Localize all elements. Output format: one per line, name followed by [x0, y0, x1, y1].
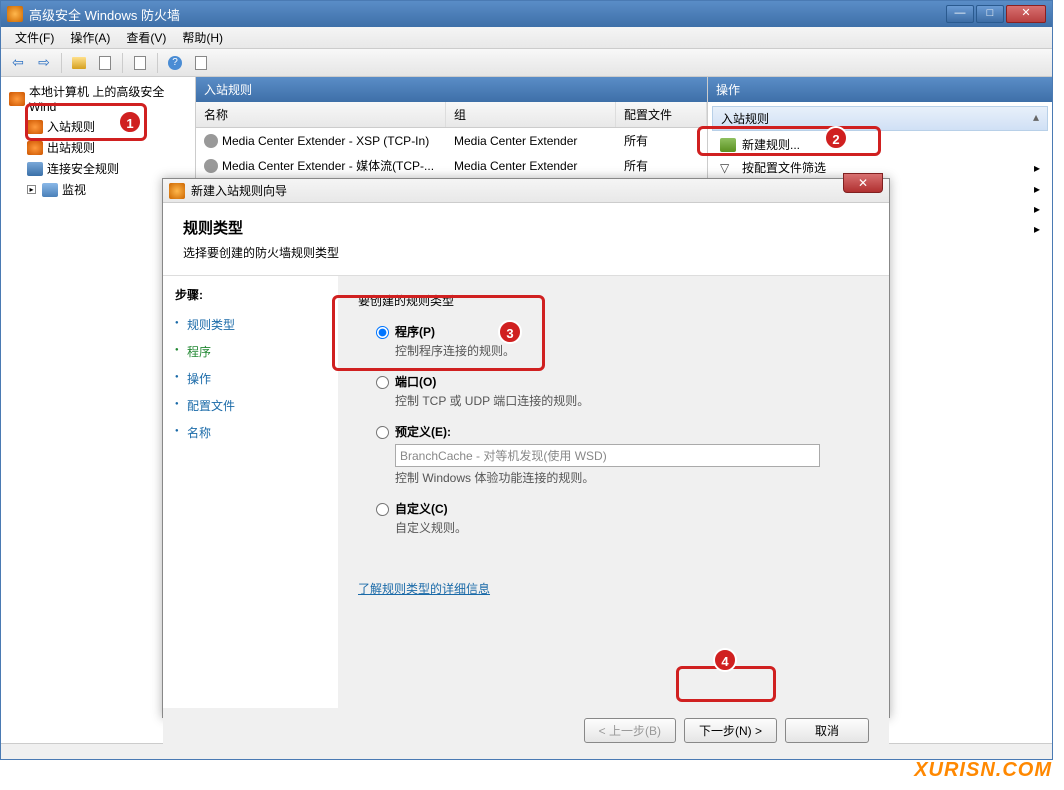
menubar: 文件(F) 操作(A) 查看(V) 帮助(H): [1, 27, 1052, 49]
rule-icon: [204, 159, 218, 173]
radio-predefined[interactable]: 预定义(E): BranchCache - 对等机发现(使用 WSD) 控制 W…: [376, 423, 869, 486]
new-rule-wizard-dialog: ✕ 新建入站规则向导 规则类型 选择要创建的防火墙规则类型 步骤: 规则类型 程…: [162, 178, 890, 718]
dialog-header: 规则类型 选择要创建的防火墙规则类型: [163, 203, 889, 276]
annotation-3: 3: [498, 320, 522, 344]
tree-connsec[interactable]: 连接安全规则: [23, 158, 191, 179]
radio-port[interactable]: 端口(O)控制 TCP 或 UDP 端口连接的规则。: [376, 373, 869, 409]
step-program[interactable]: 程序: [175, 338, 326, 365]
properties-button[interactable]: [94, 52, 116, 74]
minimize-button[interactable]: —: [946, 5, 974, 23]
inbound-icon: [27, 120, 43, 134]
col-profile[interactable]: 配置文件: [616, 102, 707, 127]
step-action[interactable]: 操作: [175, 365, 326, 392]
new-rule-action[interactable]: 新建规则...: [712, 133, 1048, 156]
maximize-button[interactable]: □: [976, 5, 1004, 23]
watermark: XURISN.COM: [914, 759, 1052, 782]
form-label: 要创建的规则类型: [358, 292, 869, 309]
tree-outbound[interactable]: 出站规则: [23, 137, 191, 158]
learn-more-link[interactable]: 了解规则类型的详细信息: [358, 580, 490, 597]
monitor-icon: [42, 183, 58, 197]
annotation-2: 2: [824, 126, 848, 150]
close-button[interactable]: ✕: [1006, 5, 1046, 23]
step-type[interactable]: 规则类型: [175, 311, 326, 338]
help-icon: ?: [168, 56, 182, 70]
radio-program-input[interactable]: [376, 326, 389, 339]
table-row[interactable]: Media Center Extender - 媒体流(TCP-... Medi…: [196, 153, 707, 178]
new-rule-icon: [720, 138, 736, 152]
radio-custom[interactable]: 自定义(C)自定义规则。: [376, 500, 869, 536]
tree-root[interactable]: 本地计算机 上的高级安全 Wind: [5, 81, 191, 116]
list-button[interactable]: [190, 52, 212, 74]
back-button[interactable]: ⇦: [7, 52, 29, 74]
steps-label: 步骤:: [175, 286, 326, 303]
expand-icon[interactable]: ▸: [27, 185, 36, 194]
dialog-buttons: < 上一步(B) 下一步(N) > 取消: [163, 708, 889, 752]
chevron-right-icon: ▸: [1034, 161, 1040, 175]
outbound-icon: [27, 141, 43, 155]
annotation-4: 4: [713, 648, 737, 672]
forward-button[interactable]: ⇨: [33, 52, 55, 74]
refresh-icon: [134, 56, 146, 70]
annotation-1: 1: [118, 110, 142, 134]
wizard-steps: 步骤: 规则类型 程序 操作 配置文件 名称: [163, 276, 338, 708]
radio-port-input[interactable]: [376, 376, 389, 389]
dialog-subheading: 选择要创建的防火墙规则类型: [183, 244, 869, 261]
firewall-icon: [7, 6, 23, 22]
grid-header: 名称 组 配置文件: [196, 102, 707, 128]
arrow-left-icon: ⇦: [12, 54, 24, 71]
toolbar: ⇦ ⇨ ?: [1, 49, 1052, 77]
chevron-right-icon: ▸: [1034, 182, 1040, 196]
chevron-up-icon[interactable]: ▴: [1033, 110, 1039, 124]
folder-icon: [72, 57, 86, 69]
dialog-form: 要创建的规则类型 程序(P)控制程序连接的规则。 端口(O)控制 TCP 或 U…: [338, 276, 889, 708]
menu-view[interactable]: 查看(V): [118, 27, 174, 48]
arrow-right-icon: ⇨: [38, 54, 50, 71]
filter-icon: ▽: [720, 161, 736, 175]
col-group[interactable]: 组: [446, 102, 616, 127]
help-button[interactable]: ?: [164, 52, 186, 74]
dialog-close-button[interactable]: ✕: [843, 173, 883, 193]
rule-icon: [204, 134, 218, 148]
refresh-button[interactable]: [129, 52, 151, 74]
menu-action[interactable]: 操作(A): [62, 27, 118, 48]
radio-custom-input[interactable]: [376, 503, 389, 516]
chevron-right-icon: ▸: [1034, 202, 1040, 216]
titlebar: 高级安全 Windows 防火墙 — □ ✕: [1, 1, 1052, 27]
up-button[interactable]: [68, 52, 90, 74]
cancel-button[interactable]: 取消: [785, 718, 869, 743]
firewall-icon: [169, 183, 185, 199]
dialog-heading: 规则类型: [183, 217, 869, 238]
window-title: 高级安全 Windows 防火墙: [29, 5, 946, 24]
menu-file[interactable]: 文件(F): [7, 27, 62, 48]
connsec-icon: [27, 162, 43, 176]
radio-program[interactable]: 程序(P)控制程序连接的规则。: [376, 323, 869, 359]
step-profile[interactable]: 配置文件: [175, 392, 326, 419]
menu-help[interactable]: 帮助(H): [174, 27, 231, 48]
col-name[interactable]: 名称: [196, 102, 446, 127]
dialog-titlebar: 新建入站规则向导: [163, 179, 889, 203]
actions-header: 操作: [708, 77, 1052, 102]
rules-header: 入站规则: [196, 77, 707, 102]
table-row[interactable]: Media Center Extender - XSP (TCP-In) Med…: [196, 128, 707, 153]
action-section: 入站规则▴: [712, 106, 1048, 131]
next-button[interactable]: 下一步(N) >: [684, 718, 777, 743]
predefined-select[interactable]: BranchCache - 对等机发现(使用 WSD): [395, 444, 820, 467]
page-icon: [99, 56, 111, 70]
radio-predefined-input[interactable]: [376, 426, 389, 439]
firewall-icon: [9, 92, 25, 106]
tree-inbound[interactable]: 入站规则: [23, 116, 191, 137]
list-icon: [195, 56, 207, 70]
step-name[interactable]: 名称: [175, 419, 326, 446]
back-button: < 上一步(B): [584, 718, 676, 743]
chevron-right-icon: ▸: [1034, 222, 1040, 236]
